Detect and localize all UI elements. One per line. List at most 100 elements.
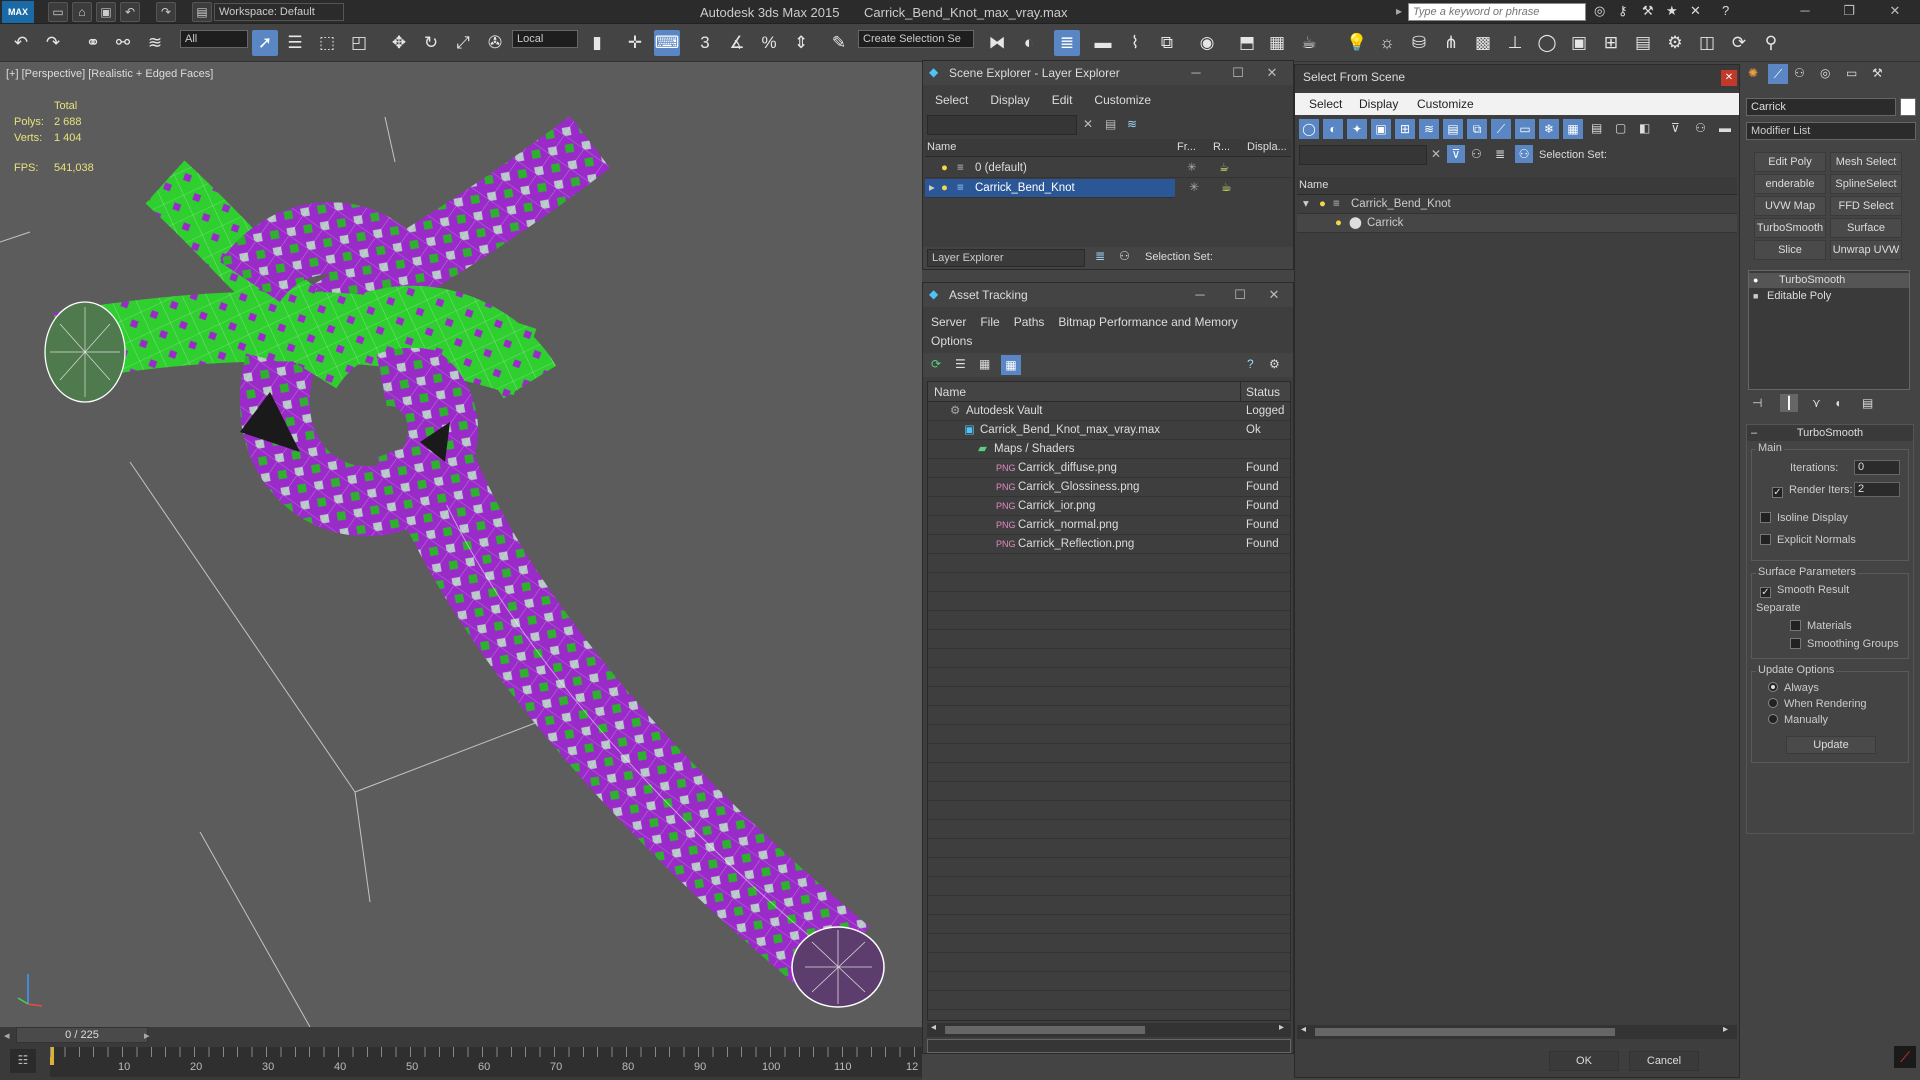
isoline-checkbox[interactable] <box>1760 512 1771 523</box>
menu-file[interactable]: File <box>980 315 999 329</box>
sfs-layers-icon[interactable]: ≣ <box>1495 147 1505 161</box>
asset-tracking-titlebar[interactable]: ◆ Asset Tracking ─ ☐ ✕ <box>923 283 1293 307</box>
list-view-icon[interactable]: ☰ <box>955 357 966 371</box>
asset-settings-icon[interactable]: ⚙ <box>1269 357 1280 371</box>
mini-curve-editor-icon[interactable]: ☷ <box>10 1049 36 1073</box>
col-frozen[interactable]: Fr... <box>1177 141 1196 153</box>
prev-frame-icon[interactable]: ◂ <box>4 1029 10 1042</box>
table-view-icon[interactable]: ▦ <box>1001 355 1021 375</box>
vray-light-icon[interactable]: 💡 <box>1344 30 1370 56</box>
rollout-header[interactable]: – TurboSmooth <box>1747 425 1913 441</box>
vray-plane-icon[interactable]: ⊥ <box>1502 30 1528 56</box>
object-name-field[interactable]: Carrick <box>1746 98 1896 116</box>
render-iters-spinner[interactable]: 2 <box>1854 482 1900 497</box>
turbosmooth-button[interactable]: TurboSmooth <box>1754 218 1826 238</box>
spline-select-button[interactable]: SplineSelect <box>1830 174 1902 194</box>
when-rendering-radio[interactable] <box>1768 698 1778 708</box>
reference-coord-dropdown[interactable]: Local <box>512 30 578 48</box>
freeze-icon[interactable]: ✳ <box>1189 180 1199 194</box>
scene-explorer-search[interactable] <box>927 115 1077 135</box>
curve-editor-icon[interactable]: ⌇ <box>1122 30 1148 56</box>
expand-icon[interactable]: ■ <box>1753 289 1758 304</box>
show-end-result-icon[interactable]: ┃ <box>1780 394 1798 412</box>
perspective-viewport[interactable]: [+] [Perspective] [Realistic + Edged Fac… <box>0 62 922 1027</box>
next-frame-icon[interactable]: ▸ <box>144 1029 150 1042</box>
renderable-spline-button[interactable]: enderable Splir <box>1754 174 1826 194</box>
minimize-icon[interactable]: ─ <box>1790 3 1820 18</box>
explorer-type-dropdown[interactable]: Layer Explorer <box>927 249 1085 267</box>
render-frame-icon[interactable]: ▦ <box>1264 30 1290 56</box>
scene-explorer-maximize-icon[interactable]: ☐ <box>1223 65 1253 81</box>
workspace-selector[interactable]: Workspace: Default <box>214 3 344 21</box>
table-row[interactable]: PNG Carrick_normal.png Found <box>928 516 1290 535</box>
scroll-thumb[interactable] <box>945 1026 1145 1034</box>
table-row[interactable]: ▰ Maps / Shaders <box>928 440 1290 459</box>
redo-small-icon[interactable]: ↷ <box>156 2 176 22</box>
render-teapot-icon[interactable]: ☕ <box>1219 159 1229 177</box>
menu-server[interactable]: Server <box>931 315 966 329</box>
modifier-on-icon[interactable]: ● <box>1753 273 1758 288</box>
named-selection-dropdown[interactable]: Create Selection Se <box>858 30 974 48</box>
col-render[interactable]: R... <box>1213 141 1230 153</box>
scroll-left-icon[interactable]: ◂ <box>931 1022 936 1033</box>
materials-checkbox[interactable] <box>1790 620 1801 631</box>
redo-icon[interactable]: ↷ <box>40 30 66 56</box>
move-icon[interactable]: ✥ <box>386 30 412 56</box>
scroll-right-icon[interactable]: ▸ <box>1279 1022 1284 1033</box>
expand-icon[interactable]: ▸ <box>929 179 935 197</box>
hierarchy-icon[interactable]: ⚇ <box>1119 249 1130 263</box>
col-display[interactable]: Displa... <box>1247 141 1287 153</box>
update-button[interactable]: Update <box>1786 736 1876 754</box>
unwrap-uvw-button[interactable]: Unwrap UVW <box>1830 240 1902 260</box>
time-slider[interactable]: 0 / 225 <box>16 1027 148 1043</box>
rotate-icon[interactable]: ↻ <box>418 30 444 56</box>
col-asset-name[interactable]: Name <box>934 385 966 399</box>
viewport-label[interactable]: [+] [Perspective] [Realistic + Edged Fac… <box>6 68 213 80</box>
layer-row[interactable]: ▸ ● ≡ Carrick_Bend_Knot <box>925 179 1175 198</box>
filter-shapes-icon[interactable]: ◐ <box>1323 119 1343 139</box>
key-icon[interactable]: ⚷ <box>1618 3 1628 19</box>
modify-tab-icon[interactable]: ⟋ <box>1768 64 1788 84</box>
light-bulb-icon[interactable]: ● <box>941 159 948 177</box>
angle-snap-icon[interactable]: ∡ <box>724 30 750 56</box>
help-icon[interactable]: ? <box>1722 3 1729 18</box>
asset-help-icon[interactable]: ? <box>1247 357 1254 371</box>
vray-bake-icon[interactable]: ⚙ <box>1662 30 1688 56</box>
light-bulb-icon[interactable]: ● <box>1319 195 1326 213</box>
material-editor-icon[interactable]: ◉ <box>1194 30 1220 56</box>
maximize-icon[interactable]: ❐ <box>1834 3 1864 19</box>
sfs-collapse-icon[interactable]: ▬ <box>1719 121 1731 135</box>
render-teapot-icon[interactable]: ☕ <box>1221 180 1232 194</box>
render-icon[interactable]: ☕ <box>1296 30 1322 56</box>
table-row[interactable]: ⚙ Autodesk Vault Logged <box>928 402 1290 421</box>
table-row[interactable]: ▣ Carrick_Bend_Knot_max_vray.max Ok <box>928 421 1290 440</box>
vray-region-icon[interactable]: ◫ <box>1694 30 1720 56</box>
make-unique-icon[interactable]: ⋎ <box>1812 396 1821 410</box>
edit-poly-button[interactable]: Edit Poly <box>1754 152 1826 172</box>
smoothing-groups-checkbox[interactable] <box>1790 638 1801 649</box>
menu-select[interactable]: Select <box>935 93 968 107</box>
filter-icon[interactable]: ▤ <box>1105 117 1116 131</box>
iterations-spinner[interactable]: 0 <box>1854 460 1900 475</box>
align-icon[interactable]: ◐ <box>1016 30 1042 56</box>
light-bulb-icon[interactable]: ● <box>1335 214 1342 232</box>
vray-mesh-icon[interactable]: ▤ <box>1630 30 1656 56</box>
col-name[interactable]: Name <box>927 141 956 153</box>
rect-selection-icon[interactable]: ⬚ <box>314 30 340 56</box>
filter-helpers-icon[interactable]: ⊞ <box>1395 119 1415 139</box>
stack-item-editable-poly[interactable]: ■ Editable Poly <box>1749 289 1909 304</box>
sfs-hier-icon[interactable]: ⚇ <box>1515 145 1533 163</box>
display-invert-icon[interactable]: ◧ <box>1639 121 1650 135</box>
refresh-icon[interactable]: ⟳ <box>931 357 941 371</box>
render-iters-checkbox[interactable]: ✓ <box>1772 487 1783 498</box>
table-row[interactable]: PNG Carrick_Glossiness.png Found <box>928 478 1290 497</box>
vray-frame-buffer-icon[interactable]: ▣ <box>1566 30 1592 56</box>
slice-button[interactable]: Slice <box>1754 240 1826 260</box>
tree-item[interactable]: ▾ ● ≡ Carrick_Bend_Knot <box>1297 195 1737 214</box>
selection-filter-dropdown[interactable]: All <box>180 30 248 48</box>
new-file-icon[interactable]: ▭ <box>48 2 68 22</box>
table-row[interactable]: PNG Carrick_Reflection.png Found <box>928 535 1290 554</box>
menu-edit[interactable]: Edit <box>1052 93 1073 107</box>
render-setup-icon[interactable]: ⬒ <box>1234 30 1260 56</box>
filter-groups-icon[interactable]: ▤ <box>1443 119 1463 139</box>
